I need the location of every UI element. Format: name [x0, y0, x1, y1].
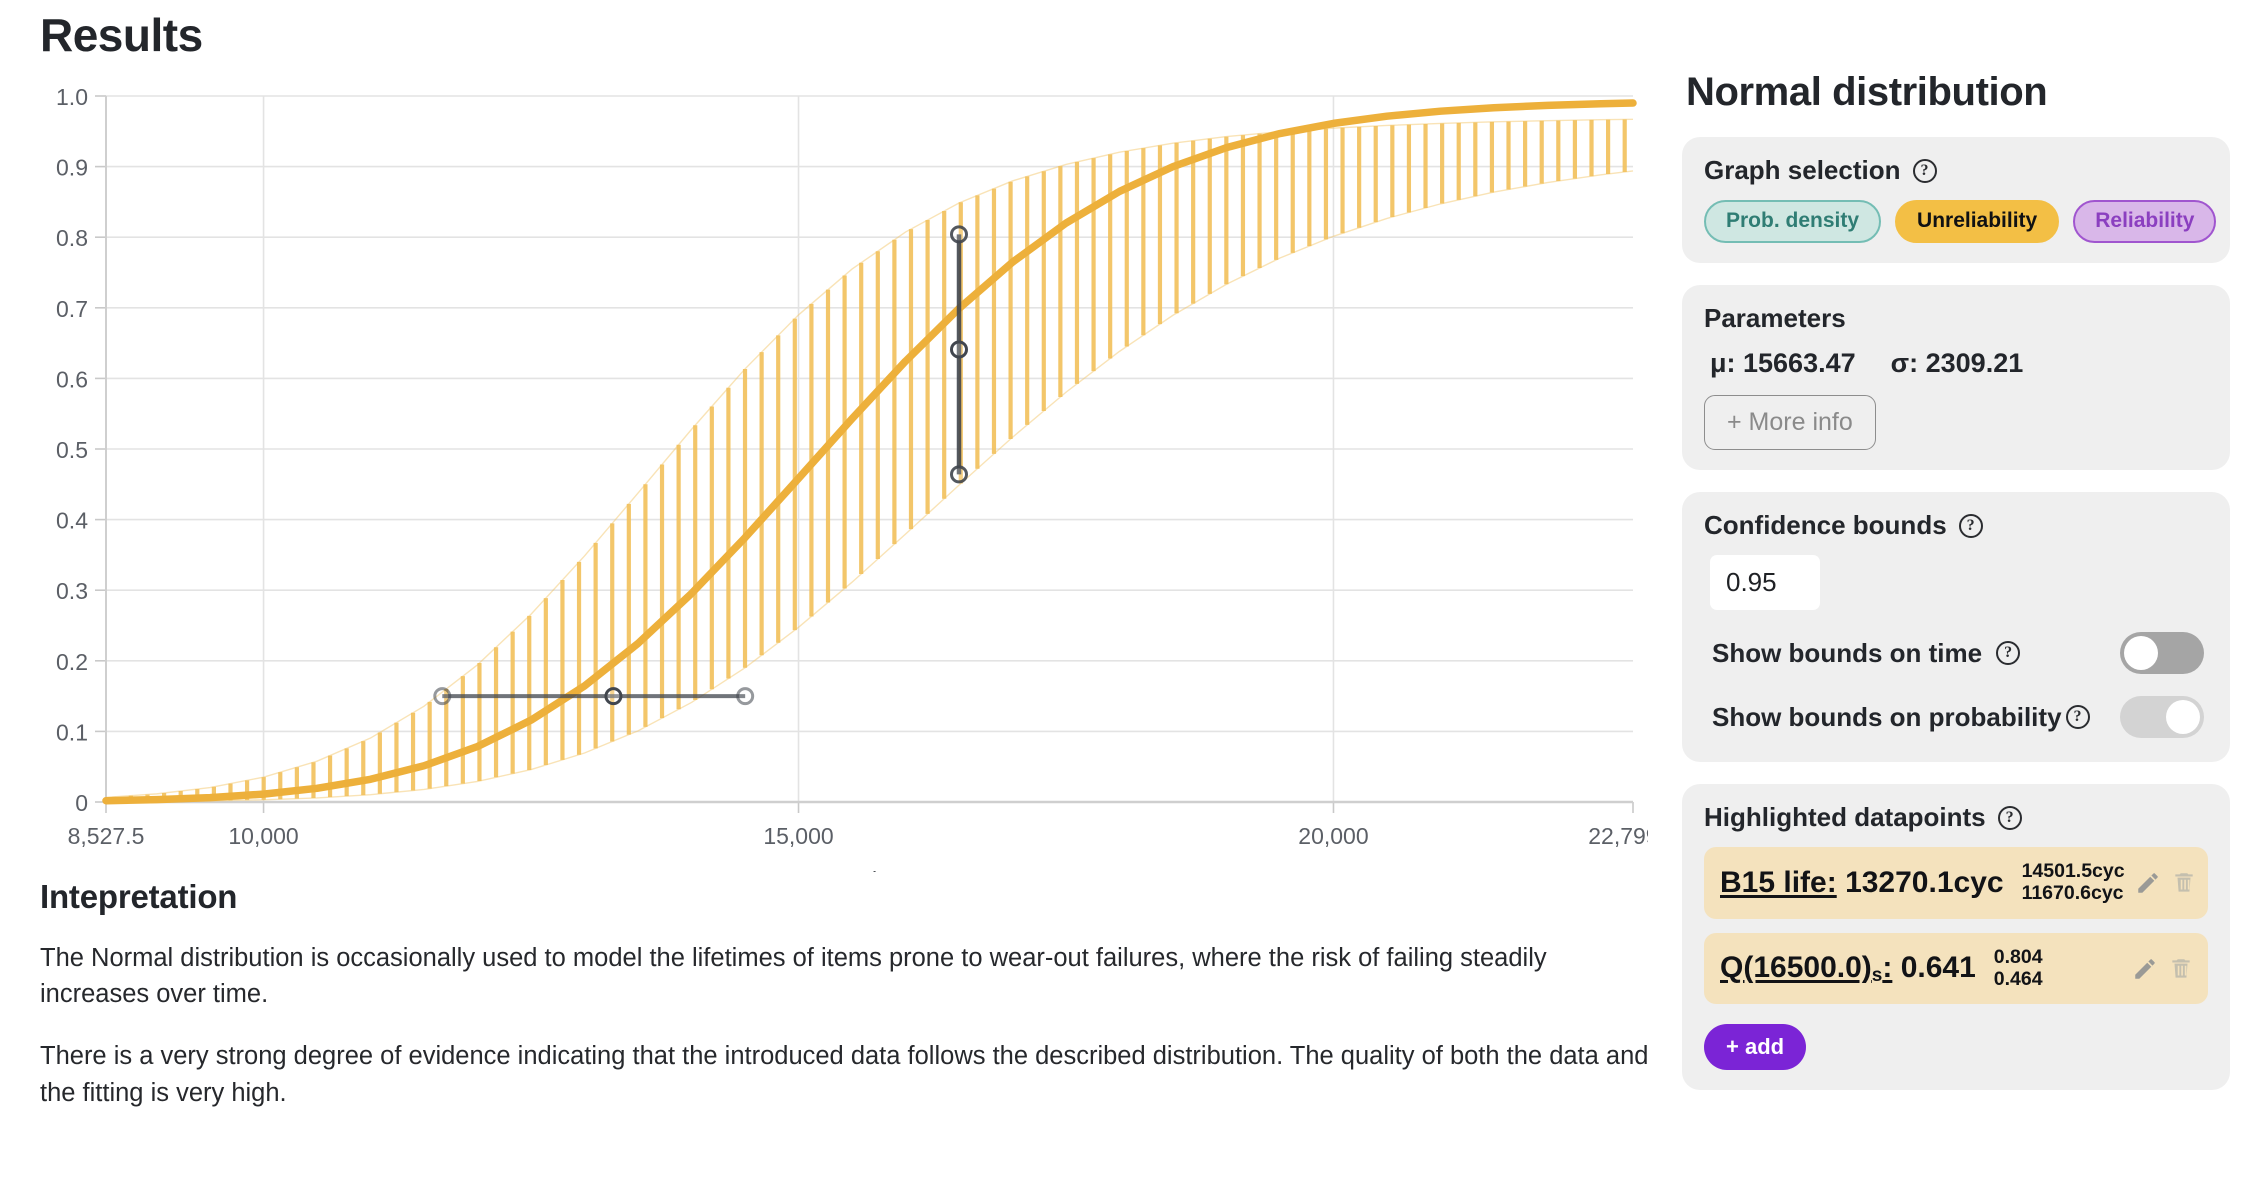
svg-text:0.9: 0.9	[56, 155, 88, 181]
results-page: Results 0 0.1 0.2 0.3 0.4 0.5 0.6 0.7 0.8 0.9 1.0 8…	[0, 0, 2252, 1190]
datapoint-actions	[2135, 870, 2197, 896]
datapoint-label-subscript: s	[1871, 964, 1883, 986]
svg-text:0.8: 0.8	[56, 225, 88, 251]
datapoint-lower-bound: 11670.6cyc	[2021, 881, 2124, 904]
chip-unreliability[interactable]: Unreliability	[1895, 200, 2060, 244]
parameter-values: μ: 15663.47 σ: 2309.21	[1704, 348, 2208, 379]
parameters-card: Parameters μ: 15663.47 σ: 2309.21 + More…	[1682, 285, 2230, 471]
chip-prob-density[interactable]: Prob. density	[1704, 200, 1882, 244]
pencil-icon[interactable]	[2135, 870, 2161, 896]
parameters-header: Parameters	[1704, 303, 2208, 334]
graph-selection-chips: Prob. density Unreliability Reliability	[1704, 200, 2217, 244]
more-info-button[interactable]: + More info	[1704, 395, 1876, 451]
trash-icon[interactable]	[2171, 870, 2197, 896]
svg-text:0.1: 0.1	[56, 719, 88, 745]
show-bounds-on-probability-label: Show bounds on probability	[1712, 701, 2062, 732]
pencil-icon[interactable]	[2132, 956, 2158, 982]
datapoint-upper-bound: 0.804	[1993, 945, 2043, 968]
svg-text:0: 0	[75, 790, 88, 816]
datapoint-lower-bound: 0.464	[1993, 967, 2043, 990]
help-icon[interactable]: ?	[1997, 805, 2022, 830]
datapoint-bounds: 0.804 0.464	[1993, 945, 2043, 991]
distribution-title: Normal distribution	[1686, 70, 2048, 114]
help-icon[interactable]: ?	[1996, 641, 2021, 666]
sigma-value: σ: 2309.21	[1890, 348, 2024, 379]
datapoint-row[interactable]: Q(16500.0)s: 0.641 0.804 0.464	[1704, 932, 2208, 1005]
chart-svg[interactable]: 0 0.1 0.2 0.3 0.4 0.5 0.6 0.7 0.8 0.9 1.0 8,527.5 10…	[38, 62, 1648, 872]
confidence-bounds-card: Confidence bounds ? Show bounds on time …	[1682, 492, 2230, 763]
show-bounds-on-time-row: Show bounds on time ?	[1704, 632, 2208, 675]
sidebar: Normal distribution Graph selection ? Pr…	[1660, 0, 2252, 1190]
graph-selection-card: Graph selection ? Prob. density Unreliab…	[1682, 137, 2230, 264]
parameters-label: Parameters	[1704, 303, 1846, 334]
svg-text:10,000: 10,000	[228, 823, 298, 849]
datapoint-row[interactable]: B15 life: 13270.1cyc 14501.5cyc 11670.6c…	[1704, 847, 2208, 919]
help-icon[interactable]: ?	[1958, 513, 1983, 538]
datapoint-upper-bound: 14501.5cyc	[2021, 860, 2125, 883]
help-icon[interactable]: ?	[2065, 705, 2090, 730]
chip-reliability[interactable]: Reliability	[2073, 200, 2217, 244]
show-bounds-on-probability-toggle[interactable]	[2120, 696, 2204, 739]
results-panel: Results 0 0.1 0.2 0.3 0.4 0.5 0.6 0.7 0.8 0.9 1.0 8…	[0, 0, 1660, 1190]
trash-icon[interactable]	[2168, 956, 2194, 982]
datapoint-value: 0.641	[1900, 950, 1976, 984]
svg-text:15,000: 15,000	[763, 823, 833, 849]
datapoint-label: B15 life:	[1720, 865, 1837, 899]
svg-text:0.3: 0.3	[56, 578, 88, 604]
svg-text:0.2: 0.2	[56, 649, 88, 675]
interpretation-section: Intepretation The Normal distribution is…	[40, 878, 1655, 1111]
datapoint-label-value: B15 life: 13270.1cyc	[1720, 866, 2004, 900]
confidence-bounds-input[interactable]	[1710, 555, 1820, 611]
mu-value: μ: 15663.47	[1710, 348, 1856, 379]
graph-selection-label: Graph selection	[1704, 155, 1901, 185]
confidence-bounds-label: Confidence bounds	[1704, 510, 1947, 541]
page-title: Results	[40, 9, 203, 61]
svg-text:20,000: 20,000	[1298, 823, 1368, 849]
unreliability-chart[interactable]: 0 0.1 0.2 0.3 0.4 0.5 0.6 0.7 0.8 0.9 1.0 8,527.5 10…	[38, 62, 1648, 872]
datapoint-label-value: Q(16500.0)s: 0.641	[1720, 951, 1976, 987]
help-icon[interactable]: ?	[1912, 158, 1937, 183]
interpretation-heading: Intepretation	[40, 878, 238, 915]
datapoint-actions	[2132, 956, 2194, 982]
svg-text:22,799.5: 22,799.5	[1588, 823, 1648, 849]
datapoint-bounds: 14501.5cyc 11670.6cyc	[2021, 860, 2125, 905]
show-bounds-on-time-toggle[interactable]	[2120, 632, 2204, 675]
highlighted-datapoints-label: Highlighted datapoints	[1704, 802, 1986, 833]
highlighted-datapoints-card: Highlighted datapoints ? B15 life: 13270…	[1682, 784, 2230, 1091]
show-bounds-on-time-label: Show bounds on time	[1712, 637, 1983, 668]
interpretation-paragraph-2: There is a very strong degree of evidenc…	[40, 1042, 1649, 1107]
svg-text:0.5: 0.5	[56, 437, 88, 463]
svg-text:0.6: 0.6	[56, 366, 88, 392]
datapoint-label: Q(16500.0)s:	[1720, 950, 1893, 986]
add-datapoint-button[interactable]: + add	[1704, 1024, 1807, 1071]
highlighted-datapoints-header: Highlighted datapoints ?	[1704, 802, 2208, 833]
svg-text:cycles: cycles	[838, 867, 902, 872]
confidence-bounds-header: Confidence bounds ?	[1704, 510, 2208, 541]
svg-text:8,527.5: 8,527.5	[68, 823, 145, 849]
interpretation-paragraph-1: The Normal distribution is occasionally …	[40, 944, 1547, 1009]
show-bounds-on-probability-row: Show bounds on probability ?	[1704, 696, 2208, 739]
svg-text:0.7: 0.7	[56, 296, 88, 322]
svg-text:1.0: 1.0	[56, 84, 88, 110]
datapoint-value: 13270.1cyc	[1845, 865, 2004, 899]
graph-selection-header: Graph selection ?	[1704, 155, 2208, 186]
svg-text:0.4: 0.4	[56, 508, 88, 534]
